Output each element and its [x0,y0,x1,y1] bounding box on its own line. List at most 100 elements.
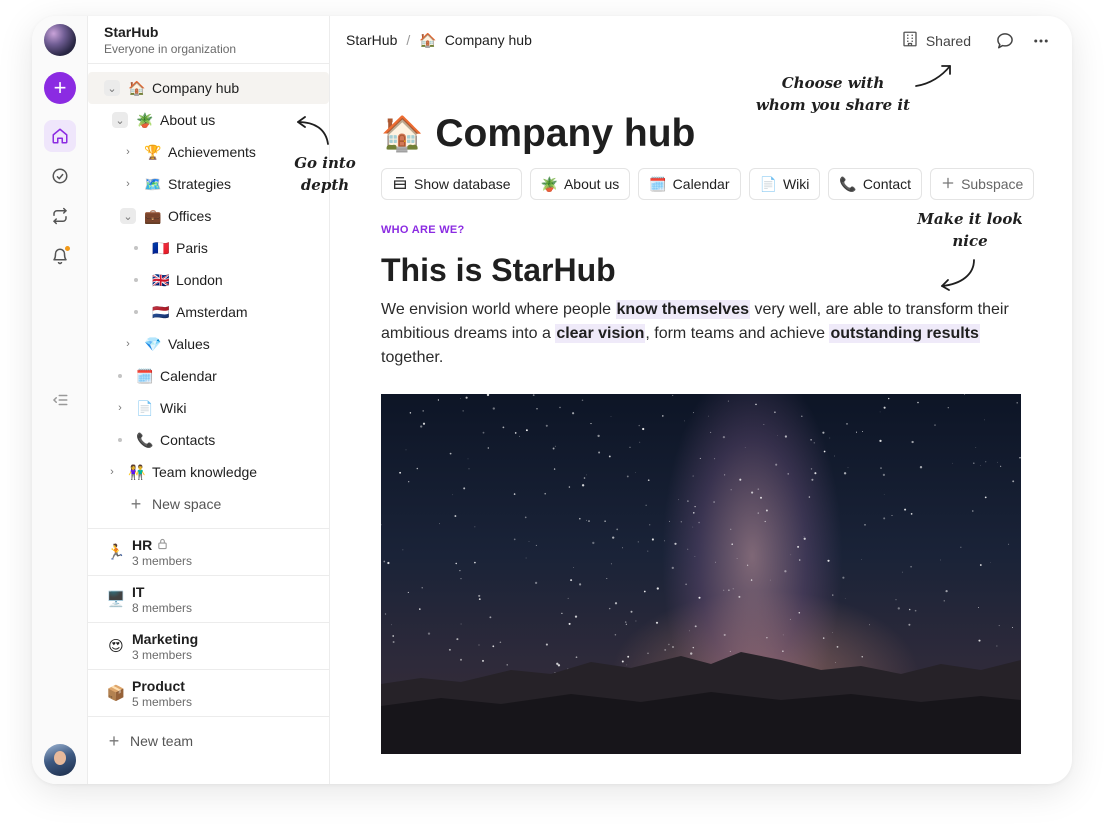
chip-calendar[interactable]: 🗓️ Calendar [638,168,741,200]
bullet-icon [128,272,144,288]
gem-icon: 💎 [144,335,162,352]
team-it[interactable]: 🖥️ IT 8 members [106,577,192,621]
sidebar-item-label: Strategies [168,176,232,192]
plus-icon [941,176,955,193]
new-space-button[interactable]: + New space [128,488,222,520]
org-header[interactable]: StarHub Everyone in organization [104,24,236,56]
computer-icon: 🖥️ [106,591,126,608]
chip-label: Show database [414,176,511,192]
team-marketing[interactable]: 😍 Marketing 3 members [106,624,198,668]
trophy-icon: 🏆 [144,143,162,160]
sidebar-item-wiki[interactable]: › 📄 Wiki [112,392,186,424]
chip-contact[interactable]: 📞 Contact [828,168,923,200]
sidebar-item-about-us[interactable]: ⌄ 🪴 About us [112,104,215,136]
document-icon: 📄 [136,399,154,416]
shared-button[interactable]: Shared [901,30,971,51]
chevron-right-icon[interactable]: › [112,400,128,416]
sidebar-item-paris[interactable]: 🇫🇷 Paris [128,232,208,264]
chevron-right-icon[interactable]: › [120,336,136,352]
divider [88,528,329,529]
document-icon: 📄 [759,175,777,192]
annotation-line: Make it look [917,210,1023,228]
cover-image [381,394,1021,754]
breadcrumb-root[interactable]: StarHub [346,32,397,48]
home-icon[interactable] [44,120,76,152]
sidebar-item-label: Team knowledge [152,464,258,480]
divider [88,575,329,576]
sidebar-item-contacts[interactable]: 📞 Contacts [112,424,215,456]
page-title[interactable]: 🏠 Company hub [381,112,695,156]
repeat-icon[interactable] [44,200,76,232]
sidebar-item-values[interactable]: › 💎 Values [120,328,210,360]
intro-paragraph[interactable]: We envision world where people know them… [381,298,1021,370]
annotation-line: Choose with [781,74,885,92]
bullet-icon [112,368,128,384]
create-button[interactable]: + [44,72,76,104]
team-product[interactable]: 📦 Product 5 members [106,671,192,715]
sidebar-item-amsterdam[interactable]: 🇳🇱 Amsterdam [128,296,248,328]
house-icon: 🏠 [419,31,437,48]
sidebar-item-label: London [176,272,223,288]
bullet-icon [128,304,144,320]
runner-icon: 🏃 [106,544,126,561]
divider [88,622,329,623]
team-member-count: 5 members [132,694,193,709]
team-name: IT [132,583,145,600]
chip-label: About us [563,176,620,192]
sidebar-item-offices[interactable]: ⌄ 💼 Offices [120,200,211,232]
briefcase-icon: 💼 [144,207,162,224]
phone-icon: 📞 [136,431,154,448]
flag-netherlands-icon: 🇳🇱 [152,303,170,320]
sidebar-item-strategies[interactable]: › 🗺️ Strategies [120,168,231,200]
chevron-down-icon[interactable]: ⌄ [112,112,128,128]
subpage-chips: Show database 🪴 About us 🗓️ Calendar 📄 W… [381,168,1035,200]
notification-dot [64,245,71,252]
chevron-right-icon[interactable]: › [104,464,120,480]
sidebar-item-team-knowledge[interactable]: › 👫 Team knowledge [104,456,257,488]
team-name: Marketing [132,630,199,647]
annotation-arrow [297,116,329,145]
team-hr[interactable]: 🏃 HR 3 members [106,530,192,574]
org-avatar[interactable] [44,24,76,56]
annotation-depth: Go into depth [288,152,362,196]
chevron-down-icon[interactable]: ⌄ [120,208,136,224]
sidebar-item-achievements[interactable]: › 🏆 Achievements [120,136,256,168]
chevron-right-icon[interactable]: › [120,144,136,160]
annotation-line: Go into [294,154,356,172]
chip-add-subspace[interactable]: Subspace [930,168,1035,200]
sidebar-item-calendar[interactable]: 🗓️ Calendar [112,360,217,392]
user-avatar[interactable] [44,744,76,776]
check-circle-icon[interactable] [44,160,76,192]
sidebar-item-label: Company hub [152,80,240,96]
package-icon: 📦 [106,685,126,702]
chevron-down-icon[interactable]: ⌄ [104,80,120,96]
annotation-nice: Make it look nice [912,208,1028,252]
app-window: + StarHub Everyone in organization ⌄ 🏠 C… [32,16,1072,784]
sidebar-item-label: Offices [168,208,212,224]
chevron-right-icon[interactable]: › [120,176,136,192]
new-team-button[interactable]: + New team [106,725,193,757]
breadcrumb-current[interactable]: Company hub [445,32,532,48]
bell-icon[interactable] [44,240,76,272]
more-icon[interactable] [1032,32,1050,50]
comment-icon[interactable] [995,31,1015,51]
annotation-line: nice [952,232,988,250]
team-member-count: 8 members [132,600,193,615]
bullet-icon [112,432,128,448]
house-icon: 🏠 [128,79,146,96]
chip-wiki[interactable]: 📄 Wiki [748,168,821,200]
collapse-list-icon[interactable] [44,384,76,416]
sidebar-item-company-hub[interactable]: ⌄ 🏠 Company hub [88,72,329,104]
sidebar-item-label: Values [168,336,210,352]
chip-show-database[interactable]: Show database [381,168,522,200]
org-name: StarHub [104,24,159,40]
divider [88,716,329,717]
sidebar-item-london[interactable]: 🇬🇧 London [128,264,223,296]
chip-label: Contact [862,176,912,192]
chip-about-us[interactable]: 🪴 About us [529,168,631,200]
chip-label: Subspace [961,176,1024,192]
sidebar-item-label: Amsterdam [176,304,248,320]
lock-icon [157,537,168,553]
map-icon: 🗺️ [144,175,162,192]
chip-label: Wiki [782,176,810,192]
